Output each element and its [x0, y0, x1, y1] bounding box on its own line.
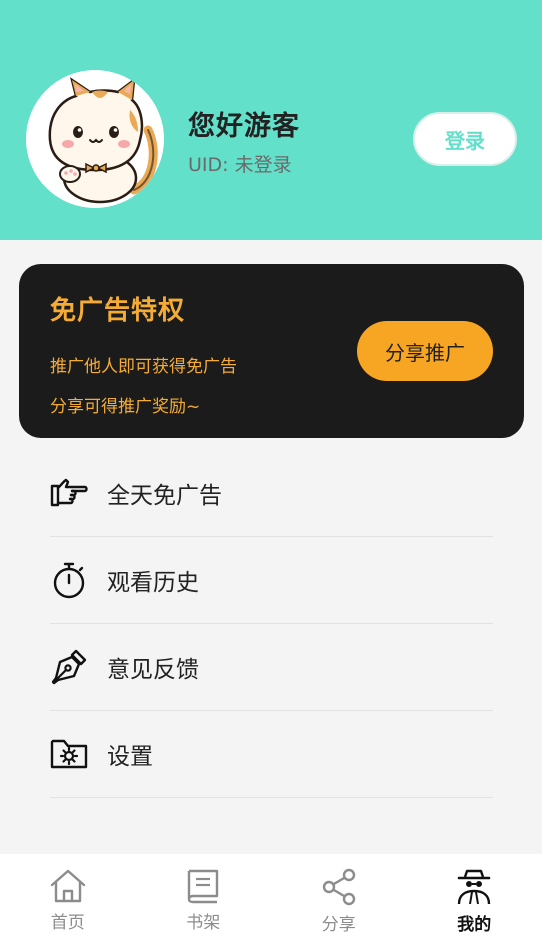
- tab-share[interactable]: 分享: [271, 854, 407, 936]
- settings-menu: 全天免广告 观看历史 意见反馈 设置: [50, 450, 493, 798]
- tab-home[interactable]: 首页: [0, 854, 136, 936]
- menu-item-label: 意见反馈: [107, 657, 199, 683]
- menu-item-ad-free[interactable]: 全天免广告: [50, 450, 493, 537]
- promo-title: 免广告特权: [50, 296, 186, 326]
- pointing-hand-icon: [50, 474, 88, 512]
- menu-item-settings[interactable]: 设置: [50, 711, 493, 798]
- tab-label: 分享: [321, 915, 356, 935]
- share-promote-button[interactable]: 分享推广: [357, 321, 493, 381]
- uid-status: UID: 未登录: [188, 154, 292, 176]
- pen-icon: [50, 648, 88, 686]
- share-icon: [320, 868, 358, 910]
- settings-folder-icon: [50, 735, 88, 773]
- menu-item-history[interactable]: 观看历史: [50, 537, 493, 624]
- greeting-title: 您好游客: [188, 111, 300, 142]
- ad-free-promo-card: 免广告特权 推广他人即可获得免广告 分享可得推广奖励~ 分享推广: [19, 264, 524, 438]
- login-button[interactable]: 登录: [413, 112, 517, 166]
- profile-header: 您好游客 UID: 未登录 登录: [0, 0, 542, 240]
- menu-item-label: 观看历史: [107, 570, 199, 596]
- spy-user-icon: [456, 868, 492, 910]
- menu-item-label: 设置: [107, 744, 153, 770]
- tab-mine[interactable]: 我的: [407, 854, 542, 936]
- tab-label: 书架: [186, 913, 221, 933]
- tab-label: 首页: [50, 913, 85, 933]
- home-icon: [49, 868, 87, 908]
- tab-label: 我的: [457, 915, 492, 935]
- stopwatch-icon: [50, 561, 88, 599]
- menu-item-feedback[interactable]: 意见反馈: [50, 624, 493, 711]
- book-icon: [186, 868, 220, 908]
- promo-description-line2: 分享可得推广奖励~: [50, 397, 201, 417]
- avatar[interactable]: [26, 70, 164, 208]
- cat-avatar-icon: [26, 70, 164, 208]
- tab-bookshelf[interactable]: 书架: [136, 854, 272, 936]
- promo-description-line1: 推广他人即可获得免广告: [50, 357, 237, 377]
- menu-item-label: 全天免广告: [107, 483, 222, 509]
- bottom-tab-bar: 首页 书架 分享 我的: [0, 854, 542, 936]
